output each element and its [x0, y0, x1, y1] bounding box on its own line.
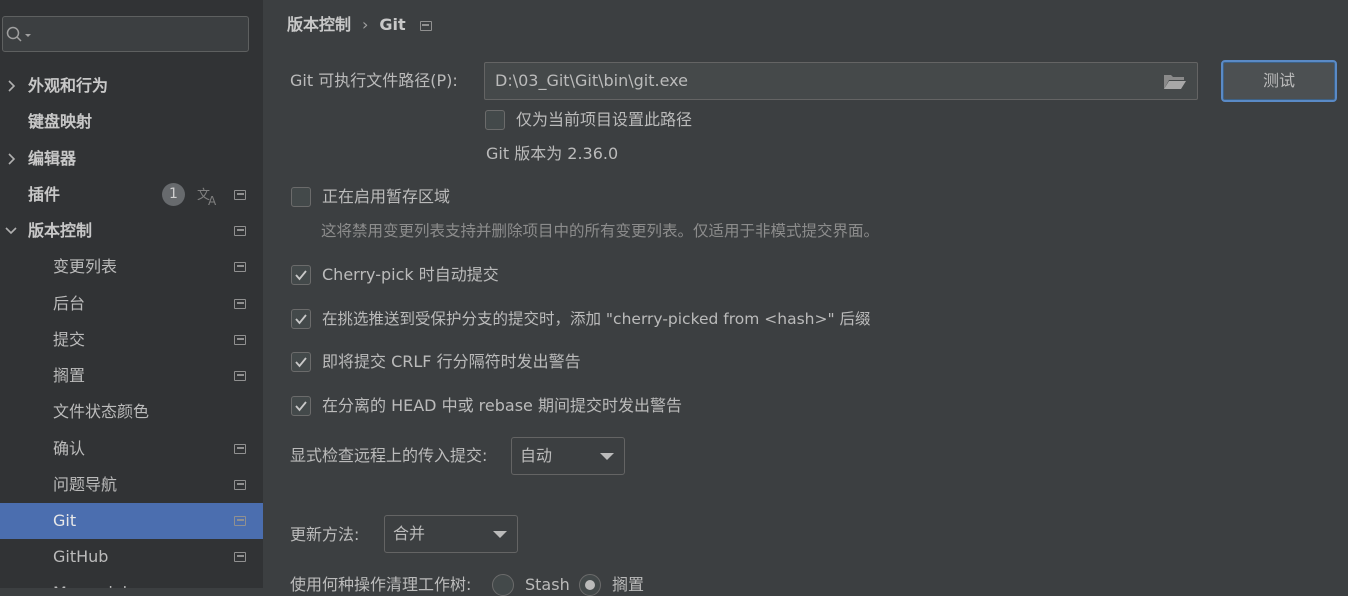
sidebar-item-label: 问题导航	[53, 475, 118, 494]
cherry-picked-suffix-label[interactable]: 在挑选推送到受保护分支的提交时，添加 "cherry-picked from <…	[322, 308, 871, 330]
staging-area-checkbox[interactable]	[291, 187, 311, 207]
test-button[interactable]: 测试	[1221, 60, 1337, 102]
git-path-value[interactable]: D:\03_Git\Git\bin\git.exe	[495, 63, 688, 99]
sidebar-item-background[interactable]: 后台	[0, 286, 263, 322]
sidebar-item-mercurial[interactable]: Mercurial	[0, 575, 263, 588]
cherry-pick-commit-label[interactable]: Cherry-pick 时自动提交	[322, 264, 499, 286]
checkmark-icon	[295, 314, 307, 325]
svg-text:A: A	[208, 194, 217, 208]
sidebar-item-issue-navigation[interactable]: 问题导航	[0, 467, 263, 503]
project-level-icon	[234, 480, 246, 490]
git-version-text: Git 版本为 2.36.0	[486, 144, 619, 163]
breadcrumb-parent[interactable]: 版本控制	[287, 15, 351, 34]
cherry-pick-commit-checkbox[interactable]	[291, 265, 311, 285]
update-method-value: 合并	[393, 524, 426, 543]
sidebar-item-label: GitHub	[53, 547, 109, 566]
sidebar-item-version-control[interactable]: 版本控制	[0, 213, 263, 249]
cherry-picked-suffix-checkbox[interactable]	[291, 309, 311, 329]
dropdown-arrow-icon	[600, 453, 614, 460]
search-input[interactable]	[37, 21, 241, 49]
dropdown-arrow-icon	[493, 531, 507, 538]
cleanup-stash-label[interactable]: Stash	[525, 574, 570, 596]
folder-open-icon[interactable]	[1163, 73, 1187, 95]
breadcrumb: 版本控制 › Git	[287, 13, 432, 37]
sidebar-item-label: 提交	[53, 330, 86, 349]
project-level-icon	[234, 516, 246, 526]
project-level-icon	[234, 226, 246, 236]
sidebar-item-appearance[interactable]: 外观和行为	[0, 68, 263, 104]
project-level-icon	[234, 335, 246, 345]
project-only-checkbox[interactable]	[485, 110, 505, 130]
update-method-dropdown[interactable]: 合并	[384, 515, 518, 553]
sidebar-item-label: 插件	[28, 185, 61, 204]
project-only-label[interactable]: 仅为当前项目设置此路径	[516, 109, 692, 131]
sidebar-item-label: 版本控制	[28, 221, 93, 240]
incoming-check-dropdown[interactable]: 自动	[511, 437, 625, 475]
sidebar-item-label: 键盘映射	[28, 112, 93, 131]
sidebar-item-label: 外观和行为	[28, 76, 109, 95]
search-icon	[6, 26, 31, 42]
staging-area-hint: 这将禁用变更列表支持并删除项目中的所有变更列表。仅适用于非模式提交界面。	[321, 222, 880, 240]
sidebar-item-confirmation[interactable]: 确认	[0, 431, 263, 467]
checkmark-icon	[295, 357, 307, 368]
sidebar-item-git[interactable]: Git	[0, 503, 263, 539]
crlf-warning-checkbox[interactable]	[291, 352, 311, 372]
settings-sidebar: 外观和行为 键盘映射 编辑器 插件 1 文 A 版本控制 变更列表 后台 提交 …	[0, 0, 263, 588]
breadcrumb-current: Git	[379, 15, 406, 34]
crlf-warning-label[interactable]: 即将提交 CRLF 行分隔符时发出警告	[322, 351, 581, 373]
sidebar-item-github[interactable]: GitHub	[0, 539, 263, 575]
breadcrumb-separator: ›	[362, 15, 369, 34]
project-level-icon	[234, 371, 246, 381]
sidebar-item-label: 变更列表	[53, 257, 118, 276]
update-method-label: 更新方法:	[290, 525, 360, 544]
settings-content: 版本控制 › Git Git 可执行文件路径(P): D:\03_Git\Git\b…	[263, 0, 1348, 596]
project-level-icon	[234, 444, 246, 454]
sidebar-item-commit[interactable]: 提交	[0, 322, 263, 358]
incoming-check-value: 自动	[520, 446, 553, 465]
project-level-icon	[234, 299, 246, 309]
checkmark-icon	[295, 401, 307, 412]
git-path-field[interactable]: D:\03_Git\Git\bin\git.exe	[484, 62, 1198, 100]
sidebar-item-file-status-colors[interactable]: 文件状态颜色	[0, 394, 263, 430]
sidebar-item-label: 文件状态颜色	[53, 402, 150, 421]
update-count-badge: 1	[162, 183, 185, 206]
project-level-icon	[419, 21, 432, 31]
sidebar-item-label: Mercurial	[53, 575, 127, 588]
project-level-icon	[234, 262, 246, 272]
git-path-label: Git 可执行文件路径(P):	[290, 71, 458, 90]
sidebar-item-label: Git	[53, 511, 77, 530]
sidebar-item-label: 编辑器	[28, 149, 77, 168]
cleanup-shelve-label[interactable]: 搁置	[612, 574, 644, 596]
staging-area-label[interactable]: 正在启用暂存区域	[322, 186, 450, 208]
checkmark-icon	[295, 270, 307, 281]
detached-head-warning-checkbox[interactable]	[291, 396, 311, 416]
search-field[interactable]	[2, 16, 249, 52]
sidebar-item-label: 后台	[53, 294, 86, 313]
project-level-icon	[234, 190, 246, 200]
sidebar-item-keymap[interactable]: 键盘映射	[0, 104, 263, 140]
incoming-check-label: 显式检查远程上的传入提交:	[290, 446, 488, 465]
sidebar-item-label: 搁置	[53, 366, 86, 385]
sidebar-item-changelists[interactable]: 变更列表	[0, 249, 263, 285]
detached-head-warning-label[interactable]: 在分离的 HEAD 中或 rebase 期间提交时发出警告	[322, 395, 682, 417]
sidebar-item-plugins[interactable]: 插件 1 文 A	[0, 177, 263, 213]
cleanup-stash-radio[interactable]	[492, 574, 514, 596]
sidebar-item-label: 确认	[53, 439, 86, 458]
radio-selected-dot	[585, 580, 595, 590]
project-level-icon	[234, 552, 246, 562]
sidebar-item-editor[interactable]: 编辑器	[0, 141, 263, 177]
cleanup-shelve-radio[interactable]	[579, 574, 601, 596]
sidebar-item-shelf[interactable]: 搁置	[0, 358, 263, 394]
cleanup-label: 使用何种操作清理工作树:	[290, 575, 472, 594]
